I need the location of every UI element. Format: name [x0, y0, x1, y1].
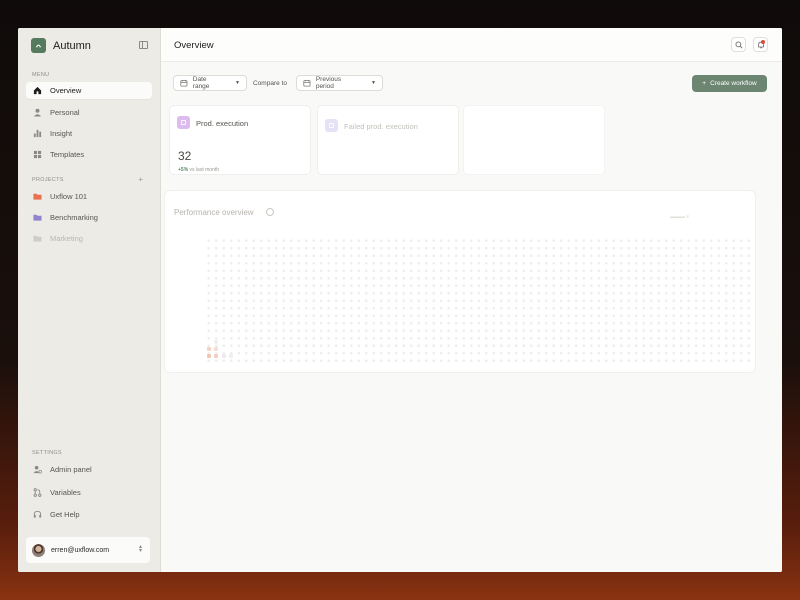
variables-icon [33, 488, 42, 497]
sidebar-collapse-icon[interactable] [139, 41, 148, 49]
period-select[interactable]: ▬▬▬ ▾ [670, 214, 689, 220]
project-item-uxflow[interactable]: Uxflow 101 [26, 188, 152, 205]
metric-card-failed-prod-execution[interactable]: Failed prod. execution [317, 105, 459, 175]
admin-icon [33, 465, 42, 474]
user-email: erren@uxflow.com [51, 546, 110, 554]
cube-icon [325, 119, 338, 132]
project-item-benchmarking[interactable]: Benchmarking [26, 209, 152, 226]
search-icon [735, 41, 743, 49]
calendar-icon [180, 79, 188, 87]
brand[interactable]: Autumn [31, 38, 91, 53]
previous-period-label: Previous period [315, 76, 342, 90]
heatmap-cell [207, 354, 211, 358]
plus-icon: + [702, 80, 707, 87]
settings-section-label: SETTINGS [32, 450, 62, 456]
date-range-select[interactable]: Date range ▼ [173, 75, 247, 91]
menu-section-label: MENU [32, 72, 50, 78]
performance-overview-panel: Performance overview ▬▬▬ ▾ [164, 190, 756, 373]
previous-period-select[interactable]: Previous period ▼ [296, 75, 383, 91]
sidebar-item-personal[interactable]: Personal [26, 104, 152, 121]
sidebar-item-label: Get Help [50, 510, 80, 519]
metric-card-prod-execution[interactable]: Prod. execution 32 +5% vs last month [169, 105, 311, 175]
grid-icon [33, 150, 42, 159]
info-icon[interactable] [266, 208, 274, 216]
user-account-switcher[interactable]: erren@uxflow.com ▴ ▾ [26, 537, 150, 563]
add-project-icon[interactable]: + [138, 175, 143, 184]
app-name: Autumn [53, 39, 91, 52]
sidebar: Autumn MENU Overview Personal Insight Te… [18, 28, 161, 572]
user-icon [33, 108, 42, 117]
delta-suffix: vs last month [189, 167, 220, 173]
sidebar-item-label: Personal [50, 108, 80, 117]
page-title: Overview [174, 40, 214, 51]
folder-icon [33, 213, 42, 222]
projects-section-label: PROJECTS [32, 177, 64, 183]
sidebar-item-insight[interactable]: Insight [26, 125, 152, 142]
sidebar-item-label: Insight [50, 129, 73, 138]
calendar-icon [303, 79, 311, 87]
project-item-label: Marketing [50, 234, 83, 243]
heatmap-cell [214, 354, 218, 358]
project-item-label: Benchmarking [50, 213, 98, 222]
heatmap-cell [229, 354, 233, 358]
card-delta: +5% vs last month [178, 167, 219, 173]
cube-icon [177, 116, 190, 129]
card-title: Failed prod. execution [344, 122, 418, 131]
avatar [32, 543, 45, 557]
home-icon [33, 86, 42, 95]
create-workflow-label: Create workflow [710, 80, 757, 87]
chevron-down-icon: ▼ [235, 80, 240, 86]
bar-chart-icon [33, 129, 42, 138]
delta-value: +5% [178, 167, 189, 173]
top-bar: Overview [161, 28, 782, 62]
performance-title: Performance overview [174, 208, 254, 217]
main-content: Overview Date range ▼ Compare to Previou… [161, 28, 782, 572]
card-title: Prod. execution [196, 119, 249, 128]
notifications-button[interactable] [753, 37, 768, 52]
project-item-marketing[interactable]: Marketing [26, 230, 152, 247]
heatmap-cell [214, 340, 218, 344]
chevron-up-down-icon: ▴ ▾ [138, 544, 142, 554]
project-item-label: Uxflow 101 [50, 192, 88, 201]
heatmap-cell [222, 354, 226, 358]
create-workflow-button[interactable]: + Create workflow [692, 75, 767, 92]
headset-icon [33, 510, 42, 519]
sidebar-item-label: Admin panel [50, 465, 92, 474]
sidebar-item-variables[interactable]: Variables [26, 484, 152, 501]
performance-heatmap [205, 237, 750, 362]
search-button[interactable] [731, 37, 746, 52]
sidebar-item-label: Variables [50, 488, 81, 497]
chevron-down-icon: ▼ [371, 80, 376, 86]
folder-icon [33, 234, 42, 243]
sidebar-item-admin-panel[interactable]: Admin panel [26, 461, 152, 478]
sidebar-item-label: Overview [50, 86, 82, 95]
sidebar-item-overview[interactable]: Overview [26, 82, 152, 99]
app-window: Autumn MENU Overview Personal Insight Te… [18, 28, 782, 572]
heatmap-cell [207, 347, 211, 351]
heatmap-cell [214, 347, 218, 351]
metric-card-placeholder [463, 105, 605, 175]
sidebar-item-label: Templates [50, 150, 85, 159]
autumn-logo-icon [31, 38, 46, 53]
sidebar-item-get-help[interactable]: Get Help [26, 506, 152, 523]
sidebar-item-templates[interactable]: Templates [26, 146, 152, 163]
folder-icon [33, 192, 42, 201]
compare-to-label: Compare to [253, 80, 287, 87]
date-range-label: Date range [192, 76, 210, 90]
notification-dot [761, 40, 765, 44]
card-value: 32 [178, 149, 192, 163]
